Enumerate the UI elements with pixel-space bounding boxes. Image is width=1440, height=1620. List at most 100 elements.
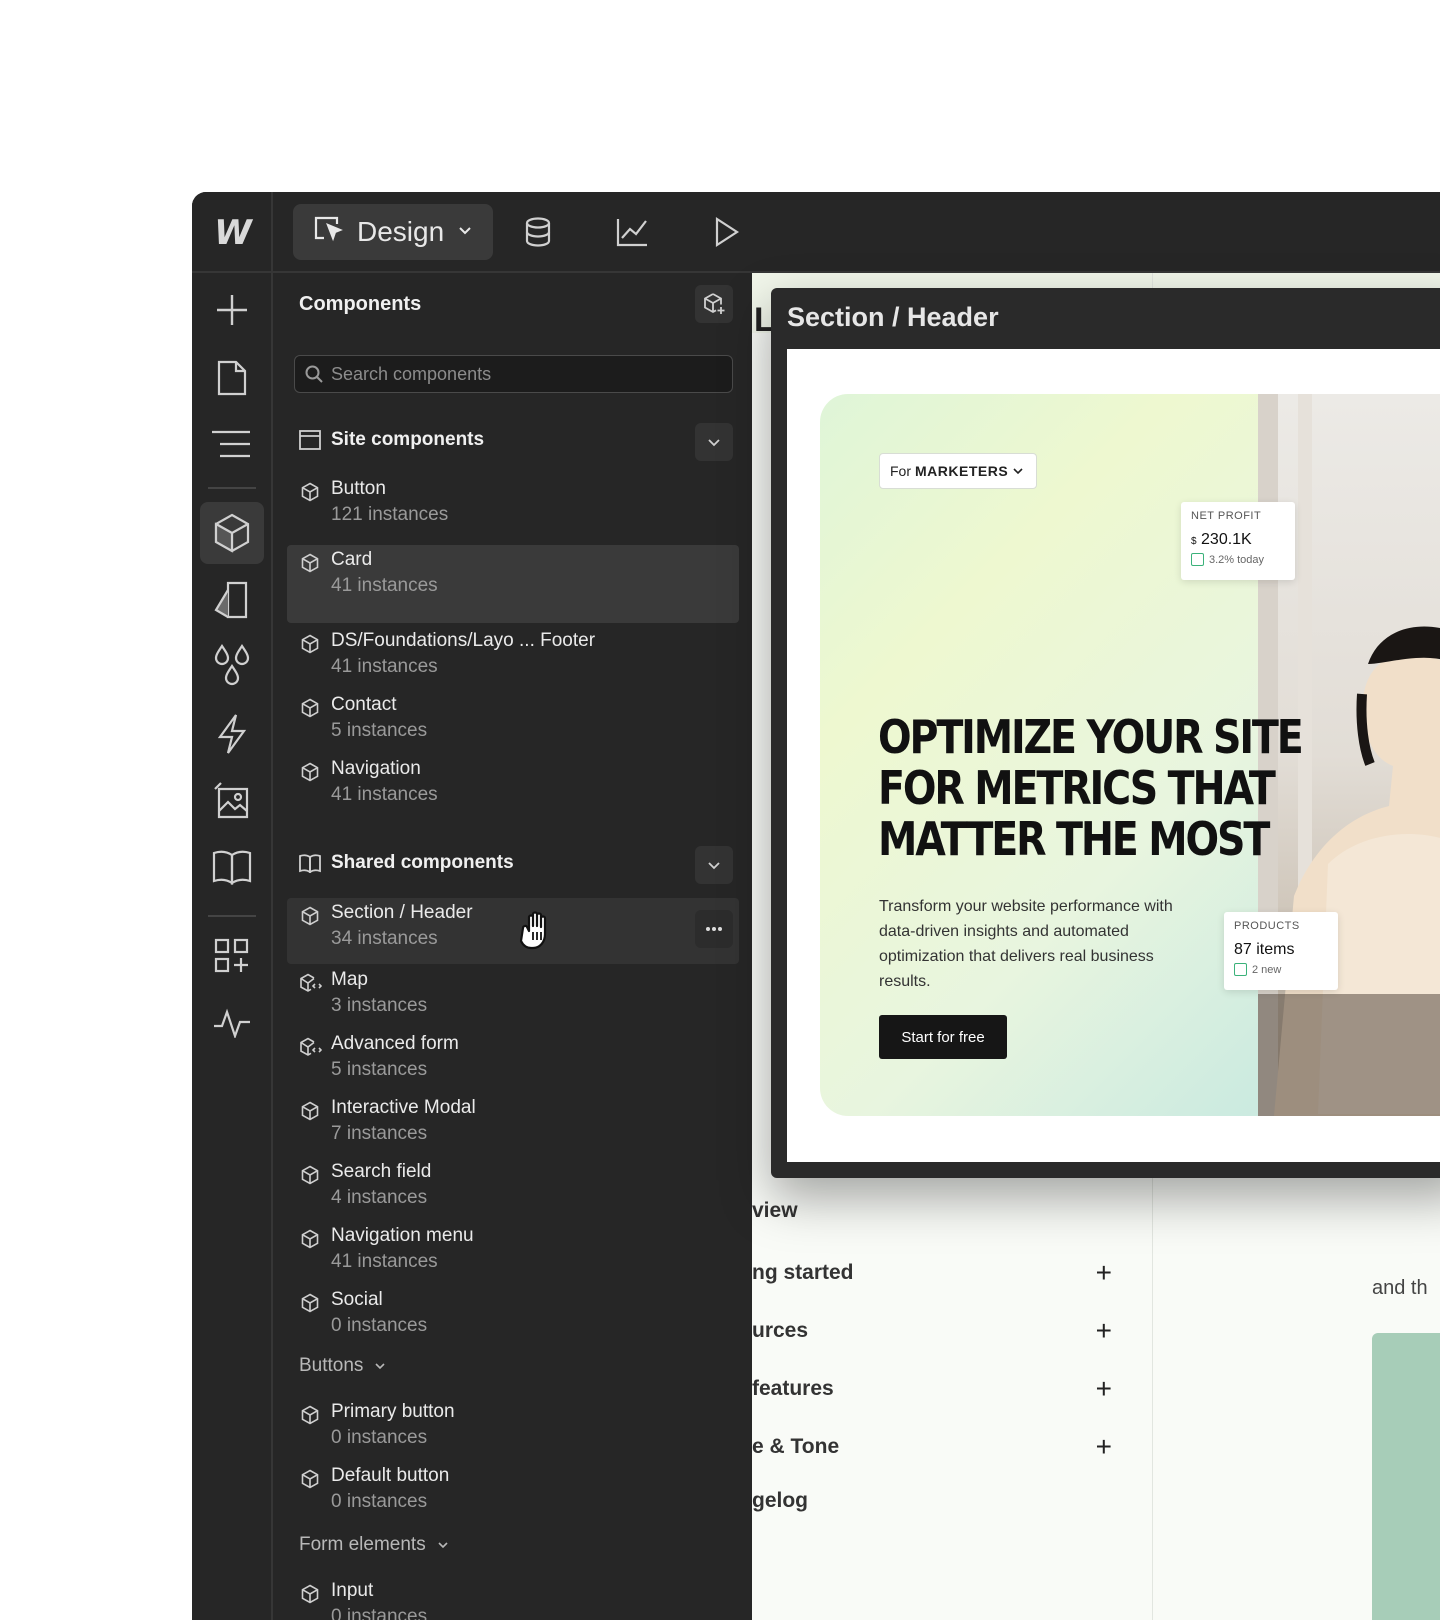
analytics-chart-icon[interactable] xyxy=(610,210,654,254)
component-list-item[interactable]: Social 0 instances xyxy=(287,1285,739,1345)
component-list-item[interactable]: Contact 5 instances xyxy=(287,690,739,750)
component-cube-icon xyxy=(300,482,320,507)
rail-divider xyxy=(208,915,256,917)
style-selectors-icon[interactable] xyxy=(200,569,264,631)
instance-count: 34 instances xyxy=(331,928,438,949)
component-code-icon xyxy=(300,973,323,998)
chevron-down-icon xyxy=(438,1542,448,1549)
metric-sub: 3.2% today xyxy=(1191,553,1285,566)
faq-row[interactable]: ng started + xyxy=(752,1257,1112,1289)
components-panel: Components Site components Button 121 ins… xyxy=(273,273,752,1620)
products-card: PRODUCTS 87 items 2 new xyxy=(1224,912,1338,990)
faq-row[interactable]: features + xyxy=(752,1373,1112,1405)
component-name: Button xyxy=(331,478,386,499)
instance-count: 3 instances xyxy=(331,995,428,1016)
component-name: Interactive Modal xyxy=(331,1097,476,1118)
component-cube-icon xyxy=(300,1229,320,1254)
component-list-item[interactable]: Default button 0 instances xyxy=(287,1461,739,1521)
component-cube-icon xyxy=(300,1293,320,1318)
component-name: Contact xyxy=(331,694,397,715)
chevron-down-icon xyxy=(1013,468,1023,475)
assets-image-icon[interactable] xyxy=(200,770,264,832)
instance-count: 41 instances xyxy=(331,575,438,596)
add-elements-icon[interactable] xyxy=(200,279,264,341)
docs-book-icon[interactable] xyxy=(200,836,264,898)
faq-row[interactable]: view xyxy=(752,1199,1112,1223)
audit-pulse-icon[interactable] xyxy=(200,992,264,1054)
instance-count: 41 instances xyxy=(331,1251,438,1272)
cms-database-icon[interactable] xyxy=(516,210,560,254)
net-profit-card: NET PROFIT $ 230.1K 3.2% today xyxy=(1181,502,1295,580)
plus-icon[interactable]: + xyxy=(1096,1431,1112,1463)
audience-dropdown[interactable]: For MARKETERS xyxy=(879,453,1037,489)
form-elements-group-label: Form elements xyxy=(299,1534,426,1555)
preview-play-icon[interactable] xyxy=(704,210,748,254)
interactions-bolt-icon[interactable] xyxy=(200,703,264,765)
component-list-item[interactable]: Navigation menu 41 instances xyxy=(287,1221,739,1281)
component-name: Primary button xyxy=(331,1401,455,1422)
form-elements-group-header[interactable]: Form elements xyxy=(299,1534,450,1556)
navigator-icon[interactable] xyxy=(200,413,264,475)
pages-icon[interactable] xyxy=(200,347,264,409)
component-list-item[interactable]: Card 41 instances xyxy=(287,545,739,623)
headline-line: FOR METRICS THAT xyxy=(878,761,1276,815)
component-name: Input xyxy=(331,1580,374,1601)
search-field[interactable] xyxy=(294,355,733,393)
component-list-item[interactable]: Search field 4 instances xyxy=(287,1157,739,1217)
instance-count: 121 instances xyxy=(331,504,449,525)
faq-row[interactable]: e & Tone + xyxy=(752,1431,1112,1463)
dropdown-prefix: For xyxy=(890,463,911,479)
faq-row[interactable]: urces + xyxy=(752,1315,1112,1347)
component-name: Social xyxy=(331,1289,383,1310)
plus-icon[interactable]: + xyxy=(1096,1373,1112,1405)
metric-label: NET PROFIT xyxy=(1191,510,1262,522)
component-list-item[interactable]: Section / Header 34 instances xyxy=(287,898,739,964)
instance-count: 4 instances xyxy=(331,1187,428,1208)
component-list-item[interactable]: DS/Foundations/Layo ... Footer 41 instanc… xyxy=(287,626,739,686)
new-component-button[interactable] xyxy=(695,285,733,323)
preview-title: Section / Header xyxy=(787,302,999,332)
preview-body: For MARKETERS NET PROFIT $ 230.1K 3.2% t… xyxy=(787,349,1440,1162)
plus-icon[interactable]: + xyxy=(1096,1257,1112,1289)
add-component-icon xyxy=(704,293,725,314)
component-cube-icon xyxy=(300,1469,320,1494)
components-cube-icon[interactable] xyxy=(200,502,264,564)
shared-components-header[interactable]: Shared components xyxy=(299,852,514,874)
canvas-side-text: and th xyxy=(1372,1277,1428,1299)
instance-count: 0 instances xyxy=(331,1315,428,1336)
component-list-item[interactable]: Button 121 instances xyxy=(287,474,739,534)
metric-sub-text: 2 new xyxy=(1252,963,1282,976)
component-list-item[interactable]: Interactive Modal 7 instances xyxy=(287,1093,739,1153)
instance-count: 5 instances xyxy=(331,1059,428,1080)
instance-count: 0 instances xyxy=(331,1606,428,1620)
component-cube-icon xyxy=(300,1405,320,1430)
faq-label: gelog xyxy=(752,1489,808,1512)
component-cube-icon xyxy=(300,1584,320,1609)
apps-grid-icon[interactable] xyxy=(200,925,264,987)
hero-headline: OPTIMIZE YOUR SITE FOR METRICS THAT MATT… xyxy=(878,712,1304,865)
plus-icon[interactable]: + xyxy=(1096,1315,1112,1347)
site-components-header[interactable]: Site components xyxy=(299,429,484,451)
search-icon xyxy=(305,365,323,383)
component-list-item[interactable]: Advanced form 5 instances xyxy=(287,1029,739,1089)
component-list-item[interactable]: Input 0 instances xyxy=(287,1576,739,1620)
component-name: Navigation menu xyxy=(331,1225,474,1246)
logo-cell[interactable]: W xyxy=(192,192,273,273)
site-components-toggle[interactable] xyxy=(695,423,733,461)
chevron-down-icon xyxy=(456,221,474,244)
design-mode-button[interactable]: Design xyxy=(293,204,493,260)
buttons-group-header[interactable]: Buttons xyxy=(299,1355,387,1377)
left-icon-rail xyxy=(192,273,273,1620)
dropdown-value: MARKETERS xyxy=(915,463,1009,479)
component-list-item[interactable]: Primary button 0 instances xyxy=(287,1397,739,1457)
more-options-button[interactable] xyxy=(695,910,733,948)
component-list-item[interactable]: Navigation 41 instances xyxy=(287,754,739,814)
variables-drops-icon[interactable] xyxy=(200,635,264,697)
faq-row[interactable]: gelog xyxy=(752,1489,1112,1513)
shared-components-toggle[interactable] xyxy=(695,846,733,884)
component-list-item[interactable]: Map 3 instances xyxy=(287,965,739,1025)
start-free-button[interactable]: Start for free xyxy=(879,1015,1007,1059)
book-icon xyxy=(299,854,321,873)
component-cube-icon xyxy=(300,634,320,659)
search-input[interactable] xyxy=(331,363,721,385)
